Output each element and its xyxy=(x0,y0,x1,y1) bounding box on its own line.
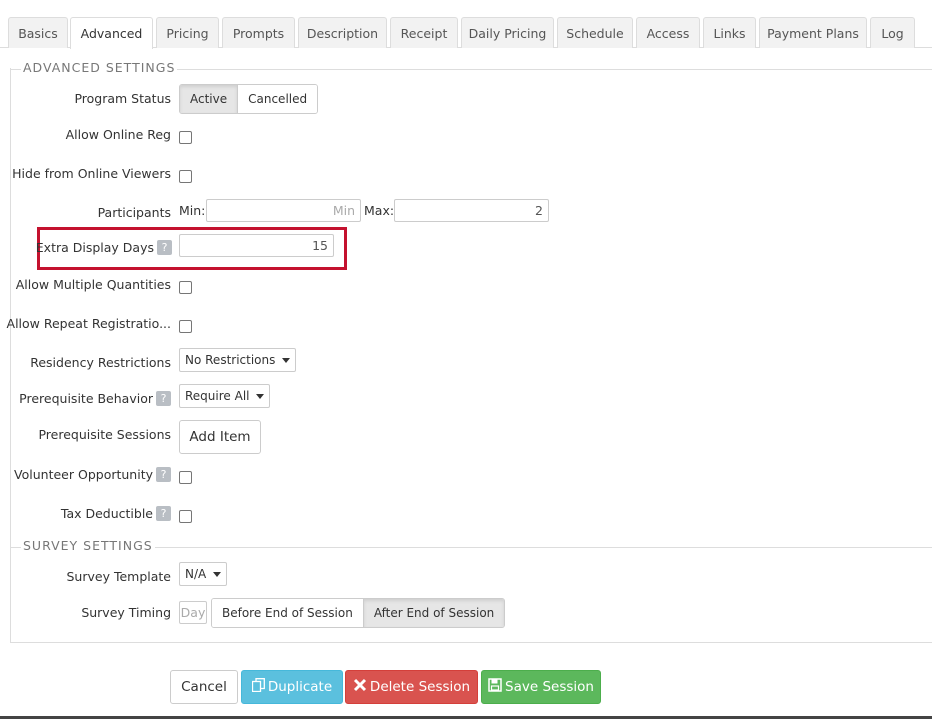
tax-deductible-checkbox[interactable] xyxy=(179,510,192,523)
duplicate-label: Duplicate xyxy=(267,679,333,695)
allow-multiple-checkbox[interactable] xyxy=(179,281,192,294)
save-session-button[interactable]: Save Session xyxy=(481,670,601,704)
survey-template-label: Survey Template xyxy=(66,569,172,584)
program-status-label: Program Status xyxy=(74,91,171,106)
participants-max-label: Max: xyxy=(364,203,395,218)
tab-receipt[interactable]: Receipt xyxy=(390,17,458,48)
survey-template-select[interactable]: N/A xyxy=(179,562,228,586)
survey-timing-toggle: Before End of Session After End of Sessi… xyxy=(211,598,506,628)
tab-access[interactable]: Access xyxy=(636,17,700,48)
allow-online-reg-label: Allow Online Reg xyxy=(65,127,171,142)
tab-daily-pricing[interactable]: Daily Pricing xyxy=(461,17,554,48)
residency-label: Residency Restrictions xyxy=(30,355,171,370)
prereq-sessions-label: Prerequisite Sessions xyxy=(38,427,171,442)
allow-repeat-label: Allow Repeat Registratio... xyxy=(6,316,171,331)
participants-min-label: Min: xyxy=(179,203,206,218)
survey-settings-legend: SURVEY SETTINGS xyxy=(21,538,155,553)
chevron-down-icon xyxy=(213,571,222,577)
participants-min-input[interactable]: Min xyxy=(206,199,361,222)
volunteer-label: Volunteer Opportunity? xyxy=(14,467,171,482)
tab-log[interactable]: Log xyxy=(870,17,915,48)
help-icon[interactable]: ? xyxy=(156,467,171,482)
extra-display-days-input[interactable]: 15 xyxy=(179,234,334,257)
volunteer-checkbox[interactable] xyxy=(179,471,192,484)
prereq-behavior-value: Require All xyxy=(185,389,250,403)
survey-template-value: N/A xyxy=(185,567,207,581)
survey-day-input[interactable]: Day xyxy=(179,601,207,624)
participants-label: Participants xyxy=(97,205,171,220)
help-icon[interactable]: ? xyxy=(156,391,171,406)
tax-deductible-label: Tax Deductible? xyxy=(61,506,171,521)
volunteer-text: Volunteer Opportunity xyxy=(14,467,153,482)
allow-repeat-checkbox[interactable] xyxy=(179,320,192,333)
prereq-behavior-select[interactable]: Require All xyxy=(179,384,271,408)
prereq-behavior-label: Prerequisite Behavior? xyxy=(19,391,171,406)
prereq-behavior-text: Prerequisite Behavior xyxy=(19,391,153,406)
participants-max-input[interactable]: 2 xyxy=(394,199,549,222)
cancel-button[interactable]: Cancel xyxy=(170,670,238,704)
x-icon xyxy=(353,678,367,696)
tab-basics[interactable]: Basics xyxy=(8,17,68,48)
status-cancelled-button[interactable]: Cancelled xyxy=(238,85,318,113)
hide-online-checkbox[interactable] xyxy=(179,170,192,183)
tab-prompts[interactable]: Prompts xyxy=(222,17,295,48)
tab-bar: Basics Advanced Pricing Prompts Descript… xyxy=(0,0,932,49)
delete-session-label: Delete Session xyxy=(369,679,471,695)
help-icon[interactable]: ? xyxy=(157,240,172,255)
allow-online-reg-checkbox[interactable] xyxy=(179,131,192,144)
survey-timing-label: Survey Timing xyxy=(81,605,171,620)
hide-online-label: Hide from Online Viewers xyxy=(12,166,171,181)
before-end-of-session-button[interactable]: Before End of Session xyxy=(212,599,364,627)
tab-advanced[interactable]: Advanced xyxy=(70,17,153,49)
help-icon[interactable]: ? xyxy=(156,506,171,521)
save-session-label: Save Session xyxy=(505,679,594,695)
tab-links[interactable]: Links xyxy=(703,17,756,48)
add-item-button[interactable]: Add Item xyxy=(179,420,261,454)
chevron-down-icon xyxy=(256,393,265,399)
allow-multiple-label: Allow Multiple Quantities xyxy=(15,277,171,292)
after-end-of-session-button[interactable]: After End of Session xyxy=(363,599,505,627)
program-status-toggle: Active Cancelled xyxy=(179,84,319,114)
extra-display-days-label: Extra Display Days? xyxy=(36,240,172,255)
duplicate-button[interactable]: Duplicate xyxy=(241,670,343,704)
advanced-settings-legend: ADVANCED SETTINGS xyxy=(21,60,178,75)
extra-display-days-text: Extra Display Days xyxy=(35,240,154,255)
tab-schedule[interactable]: Schedule xyxy=(557,17,633,48)
copy-icon xyxy=(251,678,265,696)
tab-payment-plans[interactable]: Payment Plans xyxy=(759,17,867,48)
residency-select-value: No Restrictions xyxy=(185,353,276,367)
status-active-button[interactable]: Active xyxy=(180,85,239,113)
tax-deductible-text: Tax Deductible xyxy=(60,506,153,521)
floppy-disk-icon xyxy=(488,678,502,696)
tab-description[interactable]: Description xyxy=(298,17,387,48)
chevron-down-icon xyxy=(282,357,291,363)
residency-select[interactable]: No Restrictions xyxy=(179,348,297,372)
tab-pricing[interactable]: Pricing xyxy=(156,17,219,48)
delete-session-button[interactable]: Delete Session xyxy=(345,670,478,704)
